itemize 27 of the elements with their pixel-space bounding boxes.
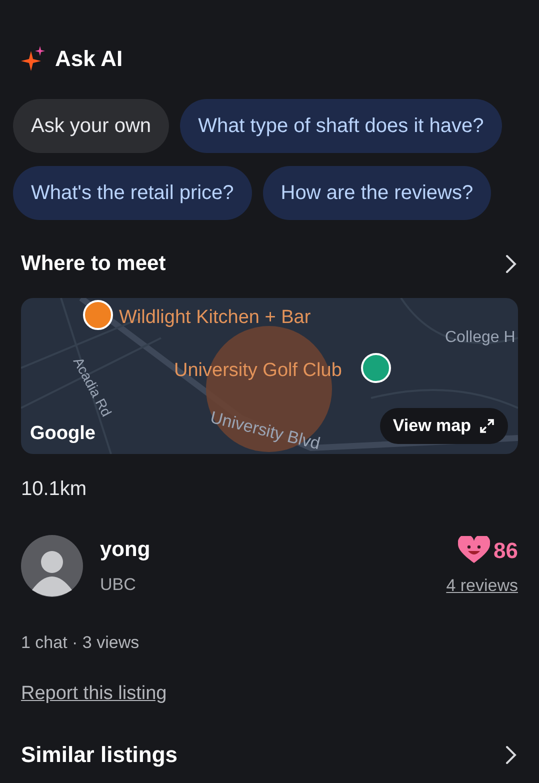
reviews-link[interactable]: 4 reviews <box>446 572 518 598</box>
rating-score: 86 <box>494 536 518 564</box>
place-label: University Golf Club <box>174 358 342 382</box>
seller-name: yong <box>100 537 150 564</box>
section-title: Ask AI <box>55 45 123 73</box>
place-label: Wildlight Kitchen + Bar <box>119 306 311 330</box>
expand-icon <box>479 418 495 434</box>
avatar-icon[interactable] <box>21 534 83 597</box>
report-link[interactable]: Report this listing <box>21 682 167 704</box>
smiling-heart-icon <box>458 536 490 564</box>
section-title: Where to meet <box>21 251 166 277</box>
chevron-right-icon[interactable] <box>504 252 518 275</box>
question-chip[interactable]: Ask your own <box>13 99 170 153</box>
map-attribution: Google <box>30 422 96 446</box>
section-title: Similar listings <box>21 741 178 769</box>
question-chip[interactable]: How are the reviews? <box>262 166 492 220</box>
restaurant-pin-icon <box>83 300 113 330</box>
view-map-button[interactable]: View map <box>380 408 508 444</box>
chevron-right-icon[interactable] <box>504 744 518 766</box>
golf-pin-icon <box>361 352 391 382</box>
seller-location: UBC <box>100 574 137 596</box>
listing-stats: 1 chat · 3 views <box>20 632 140 654</box>
distance-text: 10.1km <box>20 476 88 502</box>
sparkle-icon <box>21 44 47 72</box>
question-chip[interactable]: What type of shaft does it have? <box>180 99 502 153</box>
question-chip[interactable]: What's the retail price? <box>13 166 252 220</box>
area-label: College H <box>445 328 516 348</box>
